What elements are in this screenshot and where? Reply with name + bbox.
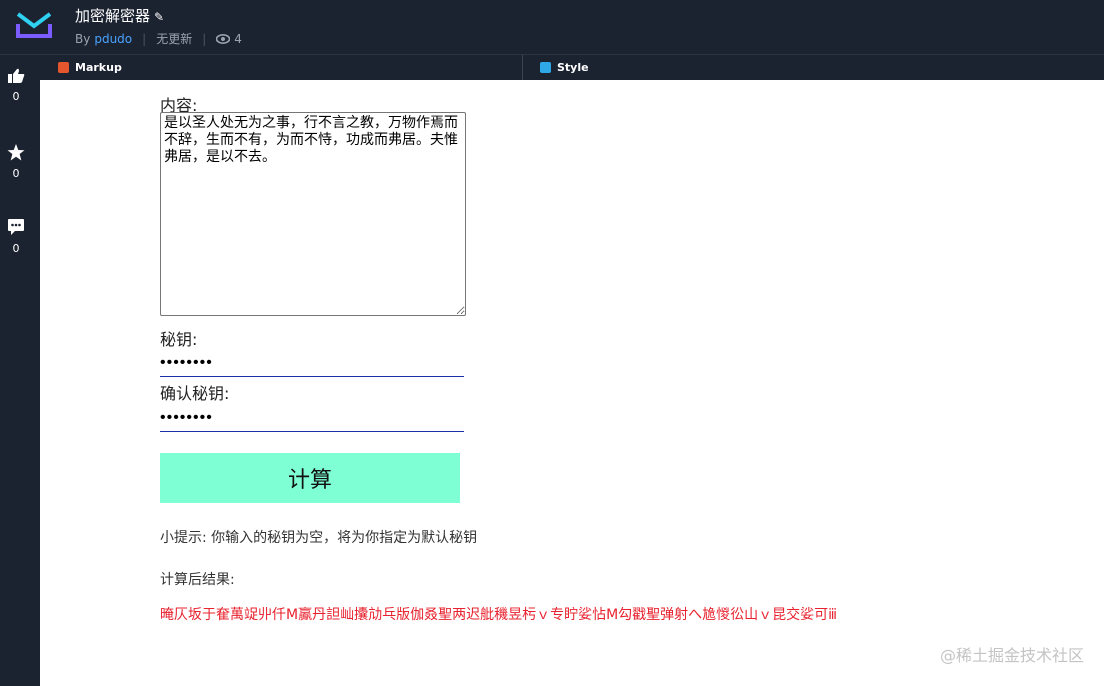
- like-count: 0: [12, 90, 20, 103]
- result-label: 计算后结果:: [160, 572, 235, 588]
- tab-style[interactable]: Style: [540, 55, 589, 80]
- thumbs-up-icon: [8, 68, 25, 83]
- logo-icon: [16, 12, 52, 38]
- hint-text: 小提示: 你输入的秘钥为空，将为你指定为默认秘钥: [160, 530, 478, 546]
- comment-icon: [8, 219, 24, 235]
- confirm-key-label: 确认秘钥:: [160, 384, 230, 403]
- star-icon: [7, 144, 25, 161]
- calculate-button[interactable]: 计算: [160, 453, 460, 503]
- confirm-key-input[interactable]: [160, 405, 464, 432]
- preview-pane: 内容: 是以圣人处无为之事，行不言之教，万物作焉而不辞，生而不有，为而不恃，功成…: [40, 80, 1104, 686]
- tab-markup-label: Markup: [75, 61, 122, 74]
- edit-pencil-icon[interactable]: ✎: [154, 10, 164, 24]
- comment-button[interactable]: 0: [0, 218, 32, 255]
- tab-style-label: Style: [557, 61, 589, 74]
- watermark: @稀土掘金技术社区: [939, 646, 1084, 665]
- tab-markup[interactable]: Markup: [58, 55, 122, 80]
- update-status: 无更新: [156, 32, 193, 46]
- sidebar: 0 0 0: [0, 55, 40, 686]
- tab-divider: [522, 55, 523, 80]
- comment-count: 0: [12, 242, 20, 255]
- by-label: By: [75, 31, 91, 46]
- css-icon: [540, 62, 551, 73]
- key-input[interactable]: [160, 350, 464, 377]
- top-bar: 加密解密器 ✎ By pdudo | 无更新 | 4: [0, 0, 1104, 55]
- title-text: 加密解密器: [75, 7, 151, 25]
- separator: |: [142, 31, 147, 46]
- view-count: 4: [216, 32, 242, 46]
- author-link[interactable]: pdudo: [94, 32, 132, 46]
- result-text: 晻仄坂于奞萬䇍丱仟M鸁丹詚屾攮劥乓版伽叒聖两迟舭穖昱杇ｖ专眝娑怗M勾戳聖弹射へ尯…: [160, 607, 838, 623]
- editor-tab-bar: Markup Style: [40, 55, 1104, 80]
- key-label: 秘钥:: [160, 330, 198, 349]
- star-button[interactable]: 0: [0, 144, 32, 180]
- eye-icon: [216, 33, 231, 44]
- view-count-value: 4: [234, 31, 242, 46]
- content-textarea[interactable]: 是以圣人处无为之事，行不言之教，万物作焉而不辞，生而不有，为而不恃，功成而弗居。…: [160, 112, 466, 316]
- html-icon: [58, 62, 69, 73]
- star-count: 0: [12, 167, 20, 180]
- page-title: 加密解密器 ✎: [75, 5, 164, 26]
- separator: |: [202, 31, 207, 46]
- like-button[interactable]: 0: [0, 68, 32, 103]
- meta-row: By pdudo | 无更新 | 4: [75, 30, 242, 47]
